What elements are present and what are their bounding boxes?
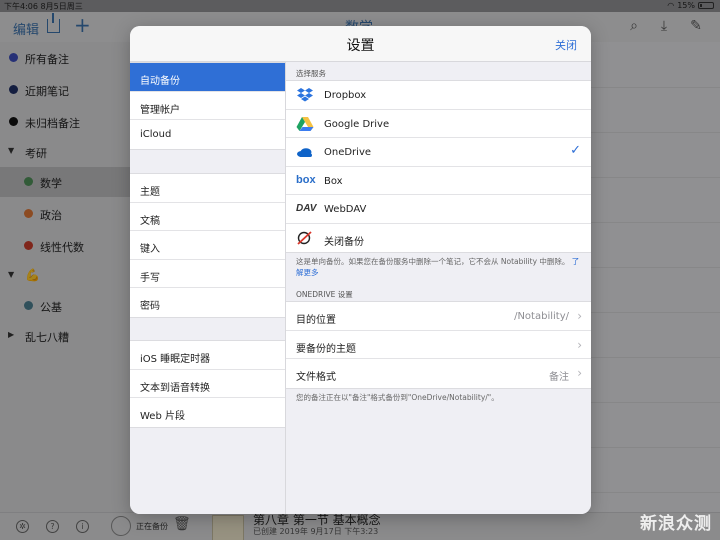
section-header-services: 选择服务 (296, 69, 326, 78)
service-label: OneDrive (324, 147, 372, 158)
menu-item-handwriting[interactable]: 手写 (130, 260, 285, 288)
modal-header: 设置 关闭 (130, 26, 591, 62)
chevron-right-icon: › (577, 309, 582, 323)
menu-group-general: 主题 文稿 键入 手写 密码 (130, 173, 285, 318)
setting-label: 要备份的主题 (296, 343, 356, 355)
backup-off-icon (296, 230, 314, 246)
chevron-right-icon: › (577, 366, 582, 380)
service-row-google-drive[interactable]: Google Drive (286, 110, 591, 138)
setting-label: 文件格式 (296, 372, 336, 383)
dropbox-icon (296, 87, 314, 103)
menu-item-typing[interactable]: 键入 (130, 231, 285, 260)
service-row-box[interactable]: box Box (286, 167, 591, 195)
menu-group-backup: 自动备份 管理帐户 iCloud (130, 62, 285, 150)
one-way-note-text: 这是单向备份。如果您在备份服务中删除一个笔记，它不会从 Notability 中… (296, 257, 570, 266)
service-row-webdav[interactable]: DAV WebDAV (286, 195, 591, 224)
modal-title: 设置 (346, 38, 375, 54)
backup-footer-note: 您的备注正在以"备注"格式备份到"OneDrive/Notability/"。 (296, 393, 499, 402)
service-row-backup-off[interactable]: 关闭备份 (286, 224, 591, 253)
close-button[interactable]: 关闭 (555, 37, 577, 53)
menu-item-web-clips[interactable]: Web 片段 (130, 398, 285, 427)
settings-modal: 设置 关闭 自动备份 管理帐户 iCloud 主题 文稿 键入 手写 密码 iO… (130, 26, 591, 514)
menu-item-documents[interactable]: 文稿 (130, 203, 285, 231)
box-icon: box (296, 173, 316, 186)
setting-value: 备注 (549, 372, 569, 383)
webdav-icon: DAV (296, 203, 317, 214)
google-drive-icon (296, 116, 314, 132)
settings-content: 选择服务 Dropbox Google Drive OneDrive ✓ box… (286, 62, 591, 514)
menu-item-icloud[interactable]: iCloud (130, 120, 285, 149)
checkmark-icon: ✓ (570, 143, 581, 158)
menu-item-manage-accounts[interactable]: 管理帐户 (130, 92, 285, 120)
service-label: Box (324, 175, 343, 187)
menu-item-theme[interactable]: 主题 (130, 174, 285, 203)
services-list: Dropbox Google Drive OneDrive ✓ box Box (286, 80, 591, 253)
service-row-dropbox[interactable]: Dropbox (286, 81, 591, 110)
menu-item-auto-backup[interactable]: 自动备份 (130, 63, 285, 92)
service-label: Dropbox (324, 90, 367, 101)
setting-label: 目的位置 (296, 315, 336, 326)
one-way-backup-note: 这是单向备份。如果您在备份服务中删除一个笔记，它不会从 Notability 中… (296, 256, 586, 278)
service-label: 关闭备份 (324, 236, 364, 248)
settings-menu: 自动备份 管理帐户 iCloud 主题 文稿 键入 手写 密码 iOS 睡眠定时… (130, 62, 286, 514)
menu-item-sleep-timer[interactable]: iOS 睡眠定时器 (130, 341, 285, 370)
setting-value: /Notability/ (514, 311, 569, 322)
watermark: 新浪众测 (640, 514, 712, 534)
section-header-onedrive: ONEDRIVE 设置 (296, 290, 353, 299)
onedrive-icon (296, 144, 314, 160)
menu-group-extra: iOS 睡眠定时器 文本到语音转换 Web 片段 (130, 340, 285, 428)
service-label: Google Drive (324, 118, 390, 130)
service-row-onedrive[interactable]: OneDrive ✓ (286, 138, 591, 167)
chevron-right-icon: › (577, 337, 582, 352)
setting-row-subjects[interactable]: 要备份的主题 › (286, 331, 591, 359)
onedrive-settings-list: 目的位置 /Notability/ › 要备份的主题 › 文件格式 备注 › (286, 301, 591, 389)
menu-item-password[interactable]: 密码 (130, 288, 285, 317)
service-label: WebDAV (324, 204, 367, 215)
setting-row-destination[interactable]: 目的位置 /Notability/ › (286, 302, 591, 331)
menu-item-text-to-speech[interactable]: 文本到语音转换 (130, 370, 285, 398)
setting-row-file-format[interactable]: 文件格式 备注 › (286, 359, 591, 388)
